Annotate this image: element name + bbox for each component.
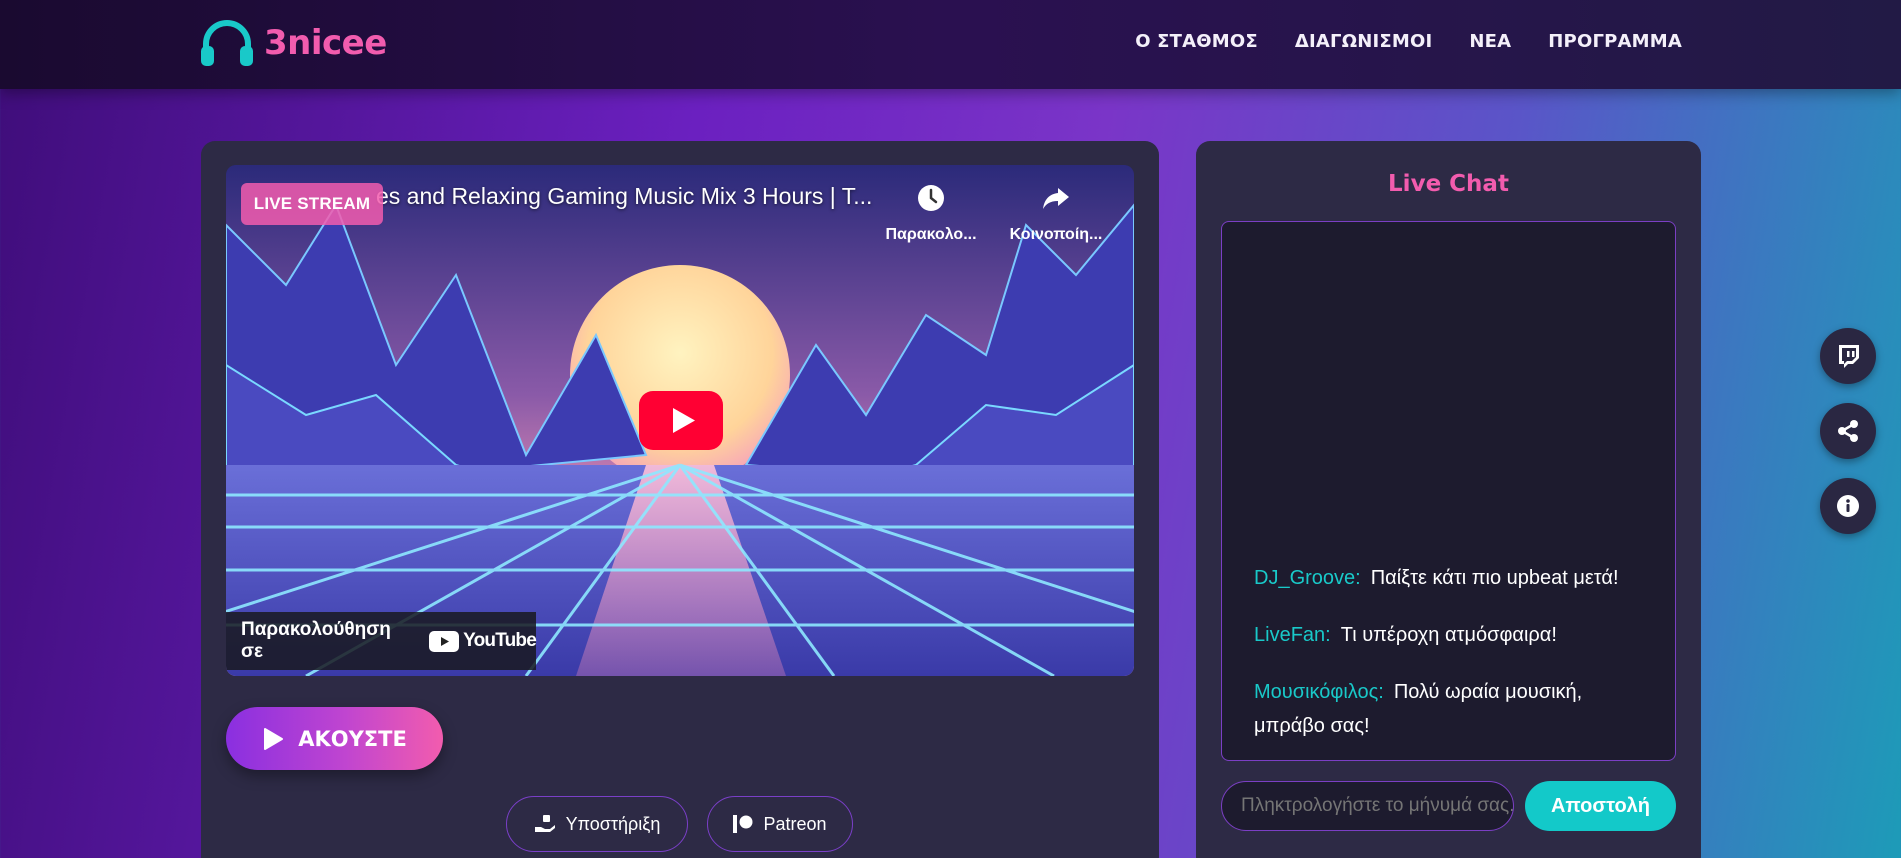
- share-video-button[interactable]: Κοινοποίη...: [1001, 181, 1111, 244]
- video-embed[interactable]: es and Relaxing Gaming Music Mix 3 Hours…: [226, 165, 1134, 676]
- donate-hand-icon: [534, 815, 555, 832]
- nav-item-schedule[interactable]: ΠΡΟΓΡΑΜΜΑ: [1548, 31, 1682, 52]
- support-label: Υποστήριξη: [565, 813, 661, 834]
- youtube-logo-icon: [429, 630, 460, 652]
- youtube-play-icon[interactable]: [639, 391, 723, 450]
- share-icon: [1838, 420, 1858, 442]
- twitch-icon: [1839, 345, 1859, 368]
- main-nav: Ο ΣΤΑΘΜΟΣ ΔΙΑΓΩΝΙΣΜΟΙ ΝΕΑ ΠΡΟΓΡΑΜΜΑ: [1135, 31, 1682, 52]
- listen-button-label: ΑΚΟΥΣΤΕ: [298, 726, 407, 751]
- support-button[interactable]: Υποστήριξη: [506, 796, 688, 852]
- watch-on-youtube-button[interactable]: Παρακολούθηση σε YouTube: [226, 612, 537, 670]
- patreon-button[interactable]: Patreon: [707, 796, 853, 852]
- info-icon: [1837, 495, 1859, 517]
- player-panel: es and Relaxing Gaming Music Mix 3 Hours…: [201, 141, 1159, 858]
- chat-message: LiveFan: Τι υπέροχη ατμόσφαιρα!: [1254, 618, 1654, 652]
- share-button[interactable]: [1820, 403, 1876, 459]
- chat-username: LiveFan:: [1254, 624, 1331, 646]
- chat-username: Μουσικόφιλος:: [1254, 681, 1384, 703]
- youtube-logo: YouTube: [429, 630, 537, 652]
- chat-message: DJ_Groove: Παίξτε κάτι πιο upbeat μετά!: [1254, 561, 1654, 595]
- watch-later-label: Παρακολο...: [885, 226, 977, 243]
- video-title[interactable]: es and Relaxing Gaming Music Mix 3 Hours…: [376, 183, 872, 210]
- chat-panel: Live Chat DJ_Groove: Παίξτε κάτι πιο upbe…: [1196, 141, 1701, 858]
- patreon-icon: [733, 815, 753, 833]
- nav-item-contests[interactable]: ΔΙΑΓΩΝΙΣΜΟΙ: [1295, 31, 1433, 52]
- live-stream-badge: LIVE STREAM: [241, 183, 383, 225]
- chat-message-input[interactable]: [1221, 781, 1514, 831]
- brand-name: 3nicee: [264, 23, 387, 63]
- nav-item-news[interactable]: ΝΕΑ: [1469, 31, 1511, 52]
- chat-messages[interactable]: DJ_Groove: Παίξτε κάτι πιο upbeat μετά! L…: [1221, 221, 1676, 761]
- chat-text: Τι υπέροχη ατμόσφαιρα!: [1340, 624, 1557, 646]
- site-header: 3nicee Ο ΣΤΑΘΜΟΣ ΔΙΑΓΩΝΙΣΜΟΙ ΝΕΑ ΠΡΟΓΡΑΜ…: [0, 0, 1901, 89]
- watch-later-button[interactable]: Παρακολο...: [876, 181, 986, 244]
- nav-item-station[interactable]: Ο ΣΤΑΘΜΟΣ: [1135, 31, 1258, 52]
- chat-text: Παίξτε κάτι πιο upbeat μετά!: [1370, 567, 1619, 589]
- logo[interactable]: 3nicee: [198, 18, 387, 68]
- chat-username: DJ_Groove:: [1254, 567, 1361, 589]
- chat-title: Live Chat: [1388, 171, 1509, 197]
- chat-message: Μουσικόφιλος: Πολύ ωραία μουσική, μπράβο …: [1254, 675, 1654, 743]
- share-arrow-icon: [1043, 188, 1069, 209]
- youtube-wordmark: YouTube: [463, 630, 537, 651]
- play-icon: [264, 727, 284, 750]
- headphones-icon: [201, 20, 253, 66]
- listen-button[interactable]: ΑΚΟΥΣΤΕ: [226, 707, 443, 770]
- send-button[interactable]: Αποστολή: [1525, 781, 1676, 831]
- twitch-button[interactable]: [1820, 328, 1876, 384]
- watch-on-label: Παρακολούθηση σε: [241, 619, 391, 662]
- info-button[interactable]: [1820, 478, 1876, 534]
- clock-icon: [918, 185, 944, 211]
- share-video-label: Κοινοποίη...: [1009, 226, 1103, 243]
- patreon-label: Patreon: [763, 813, 827, 834]
